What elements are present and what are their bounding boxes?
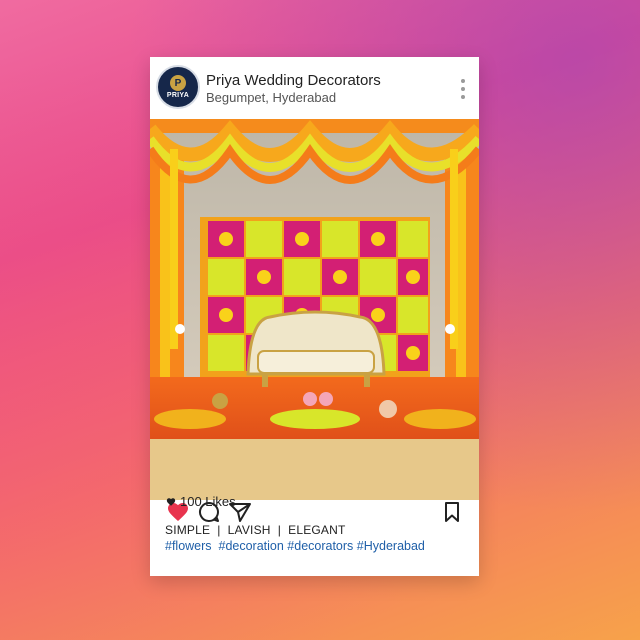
post-caption: SIMPLE | LAVISH | ELEGANT [165, 523, 346, 537]
likes-count[interactable]: 100 Likes [166, 494, 236, 509]
post-hashtags[interactable]: #flowers #decoration #decorators #Hydera… [165, 539, 425, 553]
avatar-logo-letter: P [170, 75, 186, 91]
author-name[interactable]: Priya Wedding Decorators [206, 72, 381, 89]
likes-label: 100 Likes [180, 494, 236, 509]
post-location[interactable]: Begumpet, Hyderabad [206, 90, 336, 105]
more-dot [461, 79, 465, 83]
wedding-stage-illustration [150, 119, 479, 439]
post-header: P PRIYA Priya Wedding Decorators Begumpe… [150, 57, 479, 119]
small-heart-icon [166, 497, 176, 506]
more-options-icon[interactable] [461, 79, 465, 99]
more-dot [461, 87, 465, 91]
avatar[interactable]: P PRIYA [156, 65, 200, 109]
avatar-logo-text: PRIYA [166, 92, 190, 99]
more-dot [461, 95, 465, 99]
bookmark-icon[interactable] [440, 500, 464, 524]
post-image[interactable] [150, 119, 479, 500]
post-card: P PRIYA Priya Wedding Decorators Begumpe… [150, 57, 479, 576]
